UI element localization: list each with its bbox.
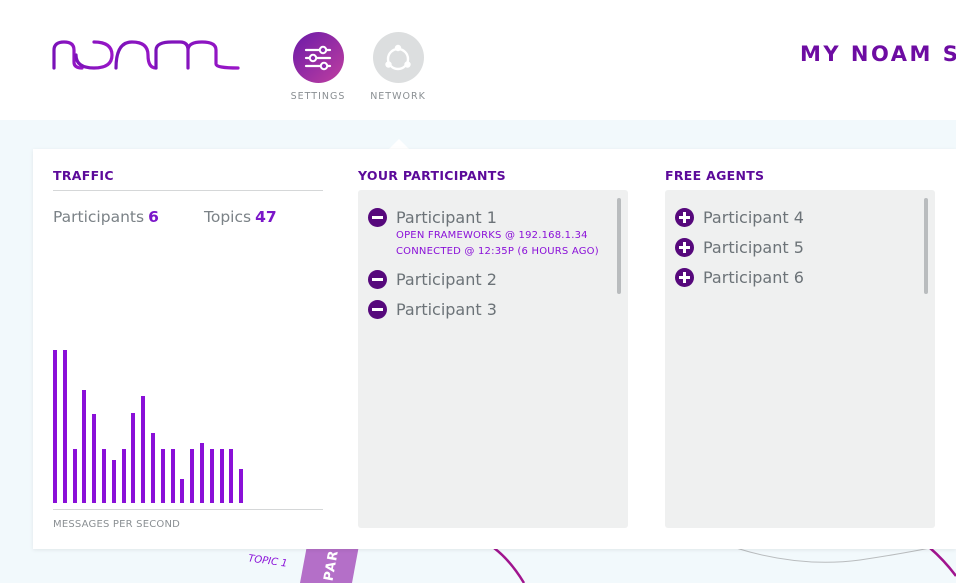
traffic-bar <box>53 350 57 503</box>
traffic-bar <box>190 449 195 503</box>
noam-logo[interactable] <box>52 38 242 74</box>
participant-name: Participant 4 <box>703 208 804 227</box>
topics-label: Topics <box>204 208 252 226</box>
panel-pointer <box>389 139 409 149</box>
scrollbar[interactable] <box>924 198 928 294</box>
settings-sliders-icon <box>292 32 344 83</box>
traffic-bar <box>102 449 106 503</box>
participant-connected: CONNECTED @ 12:35P (6 HOURS AGO) <box>396 246 599 257</box>
traffic-bar <box>219 449 224 503</box>
nav-network-button[interactable]: NETWORK <box>370 32 426 102</box>
add-icon[interactable] <box>675 268 694 287</box>
participant-item-1[interactable]: Participant 1 <box>368 208 497 227</box>
remove-icon[interactable] <box>368 208 387 227</box>
top-bar: SETTINGS NETWORK MY NOAM SE <box>0 0 956 120</box>
free-agent-item-6[interactable]: Participant 6 <box>675 268 804 287</box>
participant-name: Participant 1 <box>396 208 497 227</box>
topics-stat: Topics 47 <box>204 208 277 226</box>
participants-stat: Participants 6 <box>53 208 159 226</box>
traffic-bar <box>239 469 244 503</box>
traffic-bar <box>200 443 204 503</box>
your-participants-heading: YOUR PARTICIPANTS <box>358 168 506 183</box>
add-icon[interactable] <box>675 238 694 257</box>
participants-count: 6 <box>148 208 159 226</box>
traffic-bar <box>121 449 126 503</box>
nav-settings-label: SETTINGS <box>290 91 346 102</box>
network-icon <box>372 32 424 83</box>
traffic-bar <box>151 433 155 503</box>
your-participants-list[interactable]: Participant 1 OPEN FRAMEWORKS @ 192.168.… <box>358 190 628 528</box>
traffic-heading: TRAFFIC <box>53 168 114 183</box>
scrollbar[interactable] <box>617 198 621 294</box>
messages-chart <box>53 345 323 503</box>
free-agent-item-5[interactable]: Participant 5 <box>675 238 804 257</box>
chart-caption: MESSAGES PER SECOND <box>53 519 181 530</box>
settings-panel: TRAFFIC Participants 6 Topics 47 MESSAGES … <box>33 149 956 549</box>
participant-name: Participant 2 <box>396 270 497 289</box>
traffic-bar <box>111 460 116 503</box>
participant-name: Participant 3 <box>396 300 497 319</box>
free-agents-list[interactable]: Participant 4 Participant 5 Participant … <box>665 190 935 528</box>
traffic-bar <box>62 350 67 503</box>
traffic-divider <box>53 190 323 191</box>
traffic-bar <box>180 479 185 503</box>
topics-count: 47 <box>255 208 277 226</box>
nav-network-label: NETWORK <box>370 91 426 102</box>
participant-item-3[interactable]: Participant 3 <box>368 300 497 319</box>
participant-name: Participant 5 <box>703 238 804 257</box>
traffic-bar <box>229 449 234 503</box>
nav-settings-button[interactable]: SETTINGS <box>290 32 346 102</box>
traffic-bar <box>131 413 136 503</box>
add-icon[interactable] <box>675 208 694 227</box>
traffic-bar <box>82 390 87 503</box>
free-agents-heading: FREE AGENTS <box>665 168 765 183</box>
traffic-bar <box>72 449 77 503</box>
traffic-bar <box>92 414 97 503</box>
participants-label: Participants <box>53 208 145 226</box>
traffic-bar <box>141 396 146 503</box>
traffic-bar <box>160 449 165 503</box>
participant-name: Participant 6 <box>703 268 804 287</box>
page-title: MY NOAM SE <box>800 42 956 66</box>
traffic-bar <box>209 449 214 503</box>
traffic-bar <box>170 449 175 503</box>
participant-item-2[interactable]: Participant 2 <box>368 270 497 289</box>
remove-icon[interactable] <box>368 300 387 319</box>
participant-framework: OPEN FRAMEWORKS @ 192.168.1.34 <box>396 230 588 241</box>
remove-icon[interactable] <box>368 270 387 289</box>
free-agent-item-4[interactable]: Participant 4 <box>675 208 804 227</box>
chart-baseline <box>53 509 323 510</box>
